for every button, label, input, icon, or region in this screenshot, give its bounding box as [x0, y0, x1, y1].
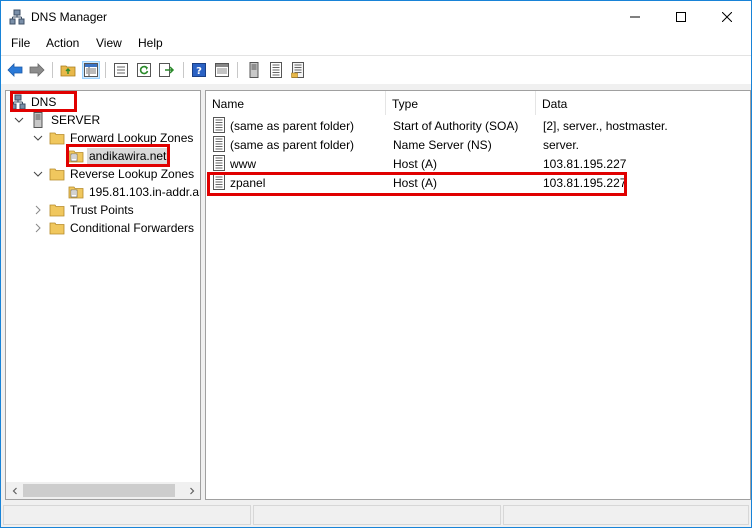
record-icon: [211, 136, 227, 152]
record-type: Host (A): [393, 176, 438, 190]
server-icon[interactable]: [245, 61, 263, 79]
svg-text:?: ?: [196, 66, 202, 77]
record-list: Name Type Data (same as parent folder) S…: [205, 90, 751, 500]
server-icon: [30, 112, 46, 128]
record-type: Host (A): [393, 157, 438, 171]
record-data: 103.81.195.227: [543, 176, 627, 190]
record-data: server.: [543, 138, 580, 152]
tree-label-dns: DNS: [31, 95, 57, 109]
table-row[interactable]: zpanel Host (A) 103.81.195.227: [206, 173, 750, 192]
tree-item-andikawira-net[interactable]: andikawira.net: [6, 147, 196, 165]
record-data: [2], server., hostmaster.: [543, 119, 668, 133]
dns-manager-icon: [9, 9, 25, 25]
folder-icon: [49, 220, 65, 236]
menu-bar: File Action View Help: [1, 32, 751, 54]
record-list-icon[interactable]: [267, 61, 285, 79]
record-icon: [211, 117, 227, 133]
tree-label-andikawira-net: andikawira.net: [87, 148, 169, 164]
console-tree-icon[interactable]: [213, 61, 231, 79]
tree-item-forward-lookup-zones[interactable]: Forward Lookup Zones: [6, 129, 196, 147]
chevron-down-icon[interactable]: [33, 168, 43, 178]
menu-view[interactable]: View: [96, 36, 122, 50]
record-data: 103.81.195.227: [543, 157, 627, 171]
maximize-button[interactable]: [658, 1, 704, 32]
scroll-left-icon[interactable]: [6, 482, 23, 499]
minimize-button[interactable]: [612, 1, 658, 32]
menu-help[interactable]: Help: [138, 36, 163, 50]
record-type: Name Server (NS): [393, 138, 492, 152]
tree-label-forward-lookup-zones: Forward Lookup Zones: [70, 131, 194, 145]
chevron-right-icon[interactable]: [33, 204, 43, 215]
status-bar: [1, 501, 751, 527]
title-bar: DNS Manager: [1, 1, 751, 32]
column-header-type[interactable]: Type: [386, 91, 536, 115]
toolbar-separator: [237, 62, 238, 78]
record-type: Start of Authority (SOA): [393, 119, 519, 133]
chevron-down-icon[interactable]: [14, 114, 24, 124]
toolbar-separator: [105, 62, 106, 78]
scroll-right-icon[interactable]: [183, 482, 200, 499]
chevron-right-icon[interactable]: [33, 222, 43, 233]
tree-label-server: SERVER: [51, 113, 101, 127]
tree-horizontal-scrollbar[interactable]: [6, 482, 200, 499]
zone-file-icon: [68, 148, 84, 164]
toolbar: ?: [1, 55, 751, 83]
menu-file[interactable]: File: [11, 36, 30, 50]
help-icon[interactable]: ?: [190, 61, 208, 79]
properties-icon[interactable]: [112, 61, 130, 79]
table-row[interactable]: (same as parent folder) Name Server (NS)…: [206, 135, 750, 154]
tree-label-reverse-lookup-zones: Reverse Lookup Zones: [70, 167, 195, 181]
back-arrow-icon[interactable]: [6, 61, 24, 79]
console-tree: DNS SERVER Forward Lookup Zones andikawi…: [5, 90, 201, 500]
show-hide-tree-icon[interactable]: [82, 61, 100, 79]
table-row[interactable]: (same as parent folder) Start of Authori…: [206, 116, 750, 135]
tree-item-dns[interactable]: DNS: [6, 93, 196, 111]
record-icon: [211, 174, 227, 190]
tree-label-trust-points: Trust Points: [70, 203, 134, 217]
folder-icon: [49, 166, 65, 182]
record-name: www: [230, 157, 256, 171]
toolbar-separator: [52, 62, 53, 78]
content-area: DNS SERVER Forward Lookup Zones andikawi…: [1, 84, 751, 501]
record-name: (same as parent folder): [230, 138, 355, 152]
record-icon: [211, 155, 227, 171]
tree-item-reverse-zone[interactable]: 195.81.103.in-addr.arpa: [6, 183, 200, 201]
record-name: zpanel: [230, 176, 266, 190]
chevron-down-icon[interactable]: [33, 132, 43, 142]
table-row[interactable]: www Host (A) 103.81.195.227: [206, 154, 750, 173]
tree-item-trust-points[interactable]: Trust Points: [6, 201, 196, 219]
folder-icon: [49, 130, 65, 146]
scrollbar-thumb[interactable]: [23, 484, 175, 497]
status-segment: [253, 505, 501, 525]
tree-item-conditional-forwarders[interactable]: Conditional Forwarders: [6, 219, 200, 237]
status-segment: [503, 505, 749, 525]
record-list-alt-icon[interactable]: [289, 61, 307, 79]
refresh-icon[interactable]: [135, 61, 153, 79]
tree-label-reverse-zone: 195.81.103.in-addr.arpa: [89, 185, 200, 199]
record-name: (same as parent folder): [230, 119, 355, 133]
menu-action[interactable]: Action: [46, 36, 79, 50]
window-title: DNS Manager: [31, 10, 108, 24]
tree-item-server[interactable]: SERVER: [6, 111, 196, 129]
close-button[interactable]: [704, 1, 750, 32]
zone-file-icon: [68, 184, 84, 200]
forward-arrow-icon[interactable]: [28, 61, 46, 79]
column-header-name[interactable]: Name: [206, 91, 386, 115]
tree-item-reverse-lookup-zones[interactable]: Reverse Lookup Zones: [6, 165, 200, 183]
status-segment: [3, 505, 251, 525]
folder-icon: [49, 202, 65, 218]
export-list-icon[interactable]: [158, 61, 176, 79]
dns-icon: [10, 94, 26, 110]
up-folder-icon[interactable]: [59, 61, 77, 79]
tree-label-conditional-forwarders: Conditional Forwarders: [70, 221, 195, 235]
toolbar-separator: [183, 62, 184, 78]
dns-manager-window: DNS Manager File Action View Help ? DNS …: [0, 0, 752, 528]
column-header-data[interactable]: Data: [536, 91, 750, 115]
